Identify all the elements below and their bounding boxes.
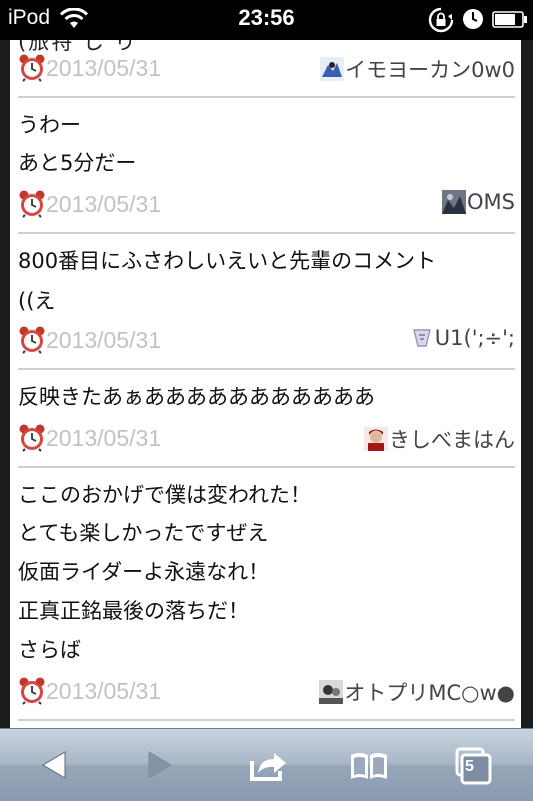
comment-divider bbox=[18, 368, 515, 370]
comment-author[interactable]: オトプリMC○w● bbox=[319, 677, 515, 707]
back-arrow-icon bbox=[42, 751, 66, 779]
comment-meta: 2013/05/31 きしべまはん bbox=[10, 422, 521, 456]
status-bar: iPod 23:56 bbox=[0, 0, 533, 40]
author-name: U1(';÷'; bbox=[434, 326, 515, 350]
alarm-status-icon bbox=[463, 9, 483, 29]
avatar-dark-icon bbox=[442, 190, 467, 214]
comment-divider bbox=[18, 719, 515, 721]
tabs-button[interactable]: 5 bbox=[452, 743, 496, 787]
comment-text-line: 仮面ライダーよ永遠なれ！ bbox=[18, 560, 270, 584]
tabs-icon bbox=[455, 747, 492, 785]
avatar-light-icon bbox=[409, 326, 434, 350]
comment-author[interactable]: U1(';÷'; bbox=[409, 326, 515, 350]
forward-button[interactable] bbox=[137, 743, 181, 787]
comment-text-line: とても楽しかったですぜえ bbox=[18, 521, 269, 545]
comment-text-line: うわー bbox=[18, 113, 81, 137]
comment-divider bbox=[18, 466, 515, 468]
comment-date: 2013/05/31 bbox=[46, 55, 162, 81]
alarm-clock-icon bbox=[19, 677, 45, 705]
share-button[interactable] bbox=[246, 743, 290, 787]
back-button[interactable] bbox=[33, 743, 77, 787]
comment-text-line: 正真正銘最後の落ちだ！ bbox=[18, 599, 249, 623]
comment-meta: 2013/05/31 イモヨーカン0w0 bbox=[10, 52, 521, 86]
alarm-clock-icon bbox=[19, 54, 45, 82]
comment-divider bbox=[18, 96, 515, 98]
battery-icon bbox=[492, 11, 527, 28]
bookmarks-button[interactable] bbox=[347, 743, 391, 787]
forward-arrow-icon bbox=[148, 751, 172, 779]
avatar-photo-icon bbox=[319, 680, 344, 704]
book-icon bbox=[351, 753, 387, 779]
comment-text-line: 800番目にふさわしいえいと先輩のコメント bbox=[18, 249, 437, 273]
comment-page[interactable]: (旅特 し り 2013/05/31 イモヨーカン0w0 うわー あと5分だー … bbox=[10, 40, 521, 728]
share-icon bbox=[250, 753, 286, 781]
comment-text-line: 反映きたあぁあああああああああああ bbox=[18, 385, 375, 409]
author-name: オトプリMC○w● bbox=[344, 681, 515, 705]
browser-toolbar: 5 bbox=[0, 728, 533, 801]
comment-date: 2013/05/31 bbox=[46, 425, 162, 451]
comment-author[interactable]: イモヨーカン0w0 bbox=[320, 54, 515, 84]
comment-meta: 2013/05/31 オトプリMC○w● bbox=[10, 675, 521, 709]
comment-meta: 2013/05/31 U1(';÷'; bbox=[10, 324, 521, 358]
comment-text-line: さらば bbox=[18, 638, 81, 662]
comment-author[interactable]: きしべまはん bbox=[364, 424, 515, 454]
author-name: きしべまはん bbox=[389, 428, 515, 452]
author-name: OMS bbox=[467, 190, 515, 214]
comment-divider bbox=[18, 232, 515, 234]
comment-text-line: ここのおかげで僕は変われた！ bbox=[18, 483, 311, 507]
author-name: イモヨーカン0w0 bbox=[345, 58, 515, 82]
alarm-clock-icon bbox=[19, 326, 45, 354]
rotation-lock-icon bbox=[428, 7, 454, 33]
alarm-clock-icon bbox=[19, 424, 45, 452]
comment-date: 2013/05/31 bbox=[46, 327, 162, 353]
comment-author[interactable]: OMS bbox=[442, 190, 515, 214]
comment-date: 2013/05/31 bbox=[46, 191, 162, 217]
comment-date: 2013/05/31 bbox=[46, 678, 162, 704]
comment-text-line: あと5分だー bbox=[18, 151, 137, 175]
tabs-count: 5 bbox=[465, 758, 474, 775]
comment-meta: 2013/05/31 OMS bbox=[10, 188, 521, 222]
comment-text-line: ((え bbox=[18, 289, 56, 313]
avatar-blue-icon bbox=[320, 57, 345, 81]
avatar-red-icon bbox=[364, 427, 388, 451]
alarm-clock-icon bbox=[19, 190, 45, 218]
